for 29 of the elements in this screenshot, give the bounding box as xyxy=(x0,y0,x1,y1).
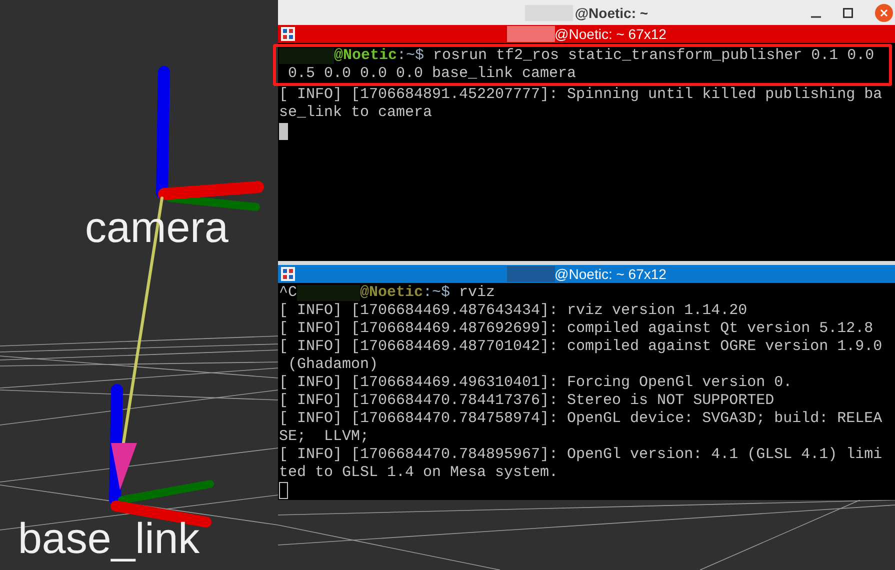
terminal-line: ted to GLSL 1.4 on Mesa system. xyxy=(279,464,558,482)
terminal-line: [ INFO] [1706684469.487692699]: compiled against Qt version 5.12.8 xyxy=(279,320,874,338)
terminal-line: [ INFO] [1706684470.784895967]: OpenGl version: 4.1 (GLSL 4.1) limi xyxy=(279,446,882,464)
pane-title: @Noetic: ~ 67x12 xyxy=(554,26,666,42)
terminal-line: [ INFO] [1706684470.784758974]: OpenGL device: SVGA3D; build: RELEA xyxy=(279,410,882,428)
redacted-block xyxy=(297,284,360,300)
terminal-line: [ INFO] [1706684469.487643434]: rviz version 1.14.20 xyxy=(279,302,748,320)
terminal-line: [ INFO] [1706684469.487701042]: compiled against OGRE version 1.9.0 xyxy=(279,338,882,356)
terminal-line: [ INFO] [1706684469.496310401]: Forcing OpenGl version 0. xyxy=(279,374,792,392)
terminal-line: 0.5 0.0 0.0 0.0 base_link camera xyxy=(287,65,576,83)
grid-icon xyxy=(281,266,295,280)
redacted-block xyxy=(506,26,555,42)
redacted-block xyxy=(506,266,555,282)
pane-title: @Noetic: ~ 67x12 xyxy=(554,266,666,282)
cone-arrow xyxy=(111,443,137,490)
terminal-line: SE; LLVM; xyxy=(279,428,370,446)
grid-icon xyxy=(281,27,295,41)
terminal-line: se_link to camera xyxy=(279,104,432,122)
redacted-block xyxy=(279,48,334,64)
terminal-line: (Ghadamon) xyxy=(287,356,378,374)
frame-label: base_link xyxy=(18,515,200,563)
terminal-line: [ INFO] [1706684470.784417376]: Stereo is NOT SUPPORTED xyxy=(279,392,774,410)
terminal-line: [ INFO] [1706684891.452207777]: Spinning until killed publishing ba xyxy=(279,86,882,104)
prompt-line: @Noetic:~$ rviz xyxy=(360,284,496,302)
prompt-line: @Noetic:~$ rosrun tf2_ros static_transform_publisher 0.1 0.0 xyxy=(334,47,874,65)
maximize-icon[interactable] xyxy=(843,8,853,18)
terminal-text: ^C xyxy=(279,284,298,302)
window-title: @Noetic: ~ xyxy=(574,4,648,20)
close-icon[interactable] xyxy=(875,4,893,22)
